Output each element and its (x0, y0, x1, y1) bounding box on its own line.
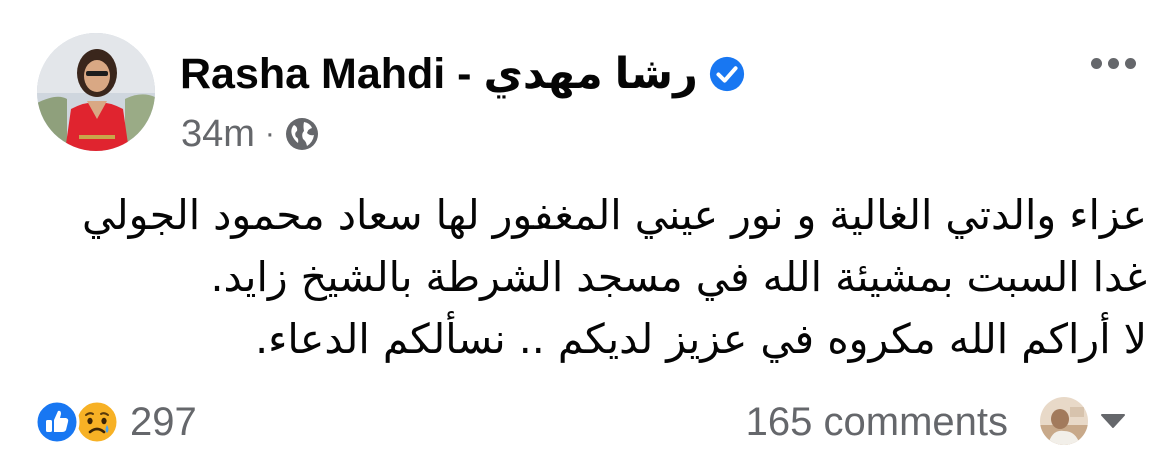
author-name[interactable]: Rasha Mahdi - رشا مهدي (180, 49, 698, 99)
post-body-line: عزاء والدتي الغالية و نور عيني المغفور ل… (81, 191, 1147, 239)
caret-down-icon[interactable] (1099, 412, 1127, 430)
meta-separator: · (264, 117, 275, 150)
reactions-summary[interactable]: 297 (34, 394, 197, 450)
post-body: عزاء والدتي الغالية و نور عيني المغفور ل… (37, 184, 1147, 370)
author-avatar[interactable] (37, 33, 155, 151)
reaction-count: 297 (130, 399, 197, 444)
post-meta: 34m · (181, 110, 319, 158)
post-body-line: غدا السبت بمشيئة الله في مسجد الشرطة بال… (210, 253, 1147, 301)
post-author: Rasha Mahdi - رشا مهدي (180, 44, 746, 104)
more-dot (1090, 57, 1102, 69)
more-dot (1107, 57, 1119, 69)
verified-badge-icon (709, 56, 744, 92)
globe-icon[interactable] (285, 117, 319, 151)
commenter-avatar[interactable] (1040, 397, 1088, 445)
sad-reaction-icon (74, 399, 120, 445)
post-body-line: لا أراكم الله مكروه في عزيز لديكم .. نسأ… (255, 315, 1147, 363)
more-options-icon[interactable] (1083, 48, 1143, 78)
comments-count[interactable]: 165 comments (746, 396, 1008, 448)
post-timestamp[interactable]: 34m (181, 113, 255, 156)
like-reaction-icon (34, 399, 80, 445)
more-dot (1124, 57, 1136, 69)
